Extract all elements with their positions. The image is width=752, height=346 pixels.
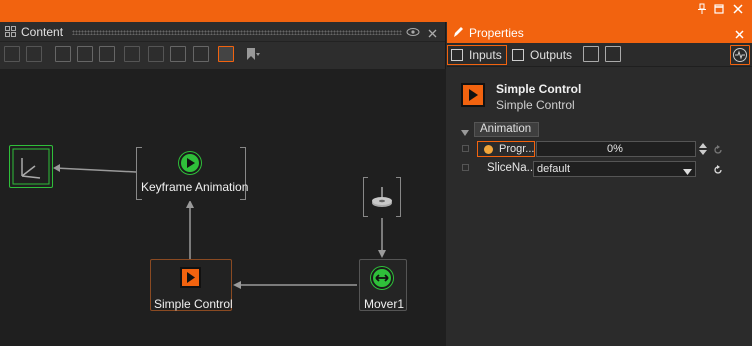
disk-icon bbox=[370, 185, 394, 214]
section-animation[interactable]: Animation bbox=[474, 122, 539, 137]
slice-name-select[interactable]: default bbox=[533, 161, 696, 177]
mover-icon bbox=[371, 267, 393, 289]
progress-spin-icon[interactable] bbox=[699, 142, 707, 159]
slice-name-checkbox[interactable] bbox=[462, 164, 469, 171]
layout-icon[interactable] bbox=[55, 46, 71, 62]
node-canvas[interactable]: Keyframe Animation Simple Control Mover1 bbox=[0, 69, 446, 346]
comment-active-icon[interactable] bbox=[218, 46, 234, 62]
properties-title: Properties bbox=[469, 26, 524, 40]
inputs-icon bbox=[451, 49, 463, 61]
users-icon[interactable] bbox=[170, 46, 186, 62]
close-panel-icon[interactable] bbox=[428, 27, 437, 41]
section-animation-label: Animation bbox=[480, 123, 532, 135]
progress-input[interactable]: 0% bbox=[536, 141, 696, 157]
comment-icon[interactable] bbox=[193, 46, 209, 62]
progress-label-box: Progr... bbox=[477, 141, 535, 157]
progress-row: Progr... 0% bbox=[447, 141, 752, 159]
panel-grid-icon bbox=[5, 26, 16, 40]
progress-checkbox[interactable] bbox=[462, 145, 469, 152]
pin-icon[interactable] bbox=[694, 3, 710, 19]
grid-icon[interactable] bbox=[124, 46, 140, 62]
content-panel-title: Content bbox=[21, 25, 64, 39]
keyframe-animation-label: Keyframe Animation bbox=[141, 180, 249, 194]
copy-icon[interactable] bbox=[77, 46, 93, 62]
bookmark-icon[interactable] bbox=[244, 46, 260, 62]
progress-label: Progr... bbox=[499, 143, 535, 155]
content-panel-header: Content bbox=[0, 22, 445, 42]
content-toolbar bbox=[0, 42, 445, 67]
layout-panel-icon[interactable] bbox=[605, 46, 621, 62]
slice-name-row: SliceNa... default bbox=[447, 160, 752, 178]
tab-inputs[interactable]: Inputs bbox=[447, 45, 507, 65]
object-title: Simple Control bbox=[496, 82, 582, 96]
content-panel: Content Keyframe Animation Simple Contro… bbox=[0, 22, 446, 346]
slice-name-reset-icon[interactable] bbox=[713, 164, 723, 178]
progress-dot-icon bbox=[484, 145, 493, 154]
tab-inputs-label: Inputs bbox=[469, 48, 502, 62]
properties-panel: Properties Inputs Outputs Simple Control… bbox=[447, 22, 752, 346]
properties-header: Properties bbox=[447, 22, 752, 43]
eye-icon[interactable] bbox=[406, 26, 420, 40]
play-green-icon bbox=[179, 152, 201, 174]
binary-icon[interactable] bbox=[583, 46, 599, 62]
close-icon[interactable] bbox=[730, 3, 746, 19]
properties-close-icon[interactable] bbox=[735, 28, 744, 42]
object-icon bbox=[461, 83, 485, 107]
fit-icon[interactable] bbox=[99, 46, 115, 62]
properties-tabs: Inputs Outputs bbox=[447, 43, 752, 67]
mover-label: Mover1 bbox=[364, 297, 405, 311]
progress-reset-icon[interactable] bbox=[713, 144, 723, 158]
slice-name-label: SliceNa... bbox=[487, 162, 537, 174]
drag-grip[interactable] bbox=[72, 30, 402, 35]
object-subtitle: Simple Control bbox=[496, 98, 575, 112]
tab-outputs[interactable]: Outputs bbox=[508, 45, 577, 65]
export-icon[interactable] bbox=[26, 46, 42, 62]
axis-node[interactable] bbox=[9, 145, 53, 188]
pencil-icon bbox=[452, 25, 464, 42]
slice-name-value: default bbox=[537, 163, 571, 175]
axis-gizmo-icon bbox=[12, 148, 50, 185]
simple-control-label: Simple Control bbox=[154, 297, 233, 311]
chevron-down-icon bbox=[683, 166, 692, 178]
section-collapse-icon[interactable] bbox=[461, 126, 469, 140]
waveform-icon[interactable] bbox=[730, 45, 750, 65]
tab-outputs-label: Outputs bbox=[530, 48, 573, 62]
outputs-icon bbox=[512, 49, 524, 61]
progress-value: 0% bbox=[607, 143, 623, 155]
title-bar bbox=[0, 0, 752, 22]
restore-icon[interactable] bbox=[711, 3, 727, 19]
lock-icon[interactable] bbox=[148, 46, 164, 62]
import-icon[interactable] bbox=[4, 46, 20, 62]
simple-control-play-icon bbox=[180, 267, 201, 288]
